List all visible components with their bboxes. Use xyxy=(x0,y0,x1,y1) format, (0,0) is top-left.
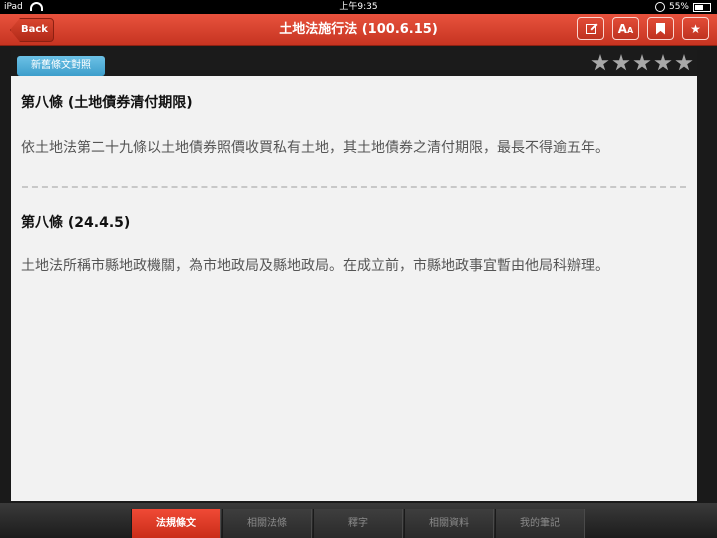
edit-button[interactable] xyxy=(577,17,604,40)
tab-bar: 法規條文 相關法條 釋字 相關資料 我的筆記 xyxy=(0,503,717,538)
article-body: 依土地法第二十九條以土地債券照價收買私有土地，其土地債券之清付期限，最長不得逾五… xyxy=(21,140,609,156)
article-body-wrap: 土地法所稱市縣地政機關，為市地政局及縣地政局。在成立前，市縣地政事宜暫由他局科辦… xyxy=(21,256,687,277)
tab-related-materials[interactable]: 相關資料 xyxy=(404,509,494,538)
bookmark-icon xyxy=(656,22,665,35)
rating-star-icon[interactable] xyxy=(633,54,651,71)
content-panel: 新舊條文對照 第八條 (土地債券清付期限) 依土地法第二十九條以土地債券照價收買… xyxy=(11,50,697,501)
rating-star-icon[interactable] xyxy=(612,54,630,71)
battery-percent: 55% xyxy=(668,2,689,12)
compare-versions-button[interactable]: 新舊條文對照 xyxy=(17,56,105,76)
star-icon: ★ xyxy=(690,21,701,36)
status-time: 上午9:35 xyxy=(339,2,378,12)
rating-star-icon[interactable] xyxy=(654,54,672,71)
font-size-icon: AA xyxy=(617,21,634,36)
rating-star-icon[interactable] xyxy=(591,54,609,71)
status-right: 55% xyxy=(654,0,711,14)
rating-stars[interactable] xyxy=(591,54,693,72)
article-body-wrap: 依土地法第二十九條以土地債券照價收買私有土地，其土地債券之清付期限，最長不得逾五… xyxy=(21,138,687,159)
tab-interpretations[interactable]: 釋字 xyxy=(313,509,403,538)
tab-law-articles[interactable]: 法規條文 xyxy=(131,509,221,538)
article-heading-wrap: 第八條 (土地債券清付期限) xyxy=(21,92,687,112)
bookmark-button[interactable] xyxy=(647,17,674,40)
article-heading: 第八條 (土地債券清付期限) xyxy=(21,95,193,111)
tab-my-notes[interactable]: 我的筆記 xyxy=(495,509,585,538)
article-heading: 第八條 (24.4.5) xyxy=(21,215,131,231)
divider xyxy=(22,186,686,188)
article-body: 土地法所稱市縣地政機關，為市地政局及縣地政局。在成立前，市縣地政事宜暫由他局科辦… xyxy=(21,258,609,274)
battery-icon xyxy=(693,2,711,12)
font-size-button[interactable]: AA xyxy=(612,17,639,40)
article-heading-wrap: 第八條 (24.4.5) xyxy=(21,212,687,232)
tab-related-articles[interactable]: 相關法條 xyxy=(222,509,312,538)
content-toolbar: 新舊條文對照 xyxy=(11,50,697,76)
status-bar: iPad 上午9:35 55% xyxy=(0,0,717,14)
rotation-lock-icon xyxy=(654,2,665,12)
rating-star-icon[interactable] xyxy=(675,54,693,71)
nav-bar: Back 土地法施行法 (100.6.15) AA ★ xyxy=(0,14,717,46)
page-title: 土地法施行法 (100.6.15) xyxy=(279,22,438,37)
edit-icon xyxy=(585,23,596,34)
favorite-button[interactable]: ★ xyxy=(682,17,709,40)
